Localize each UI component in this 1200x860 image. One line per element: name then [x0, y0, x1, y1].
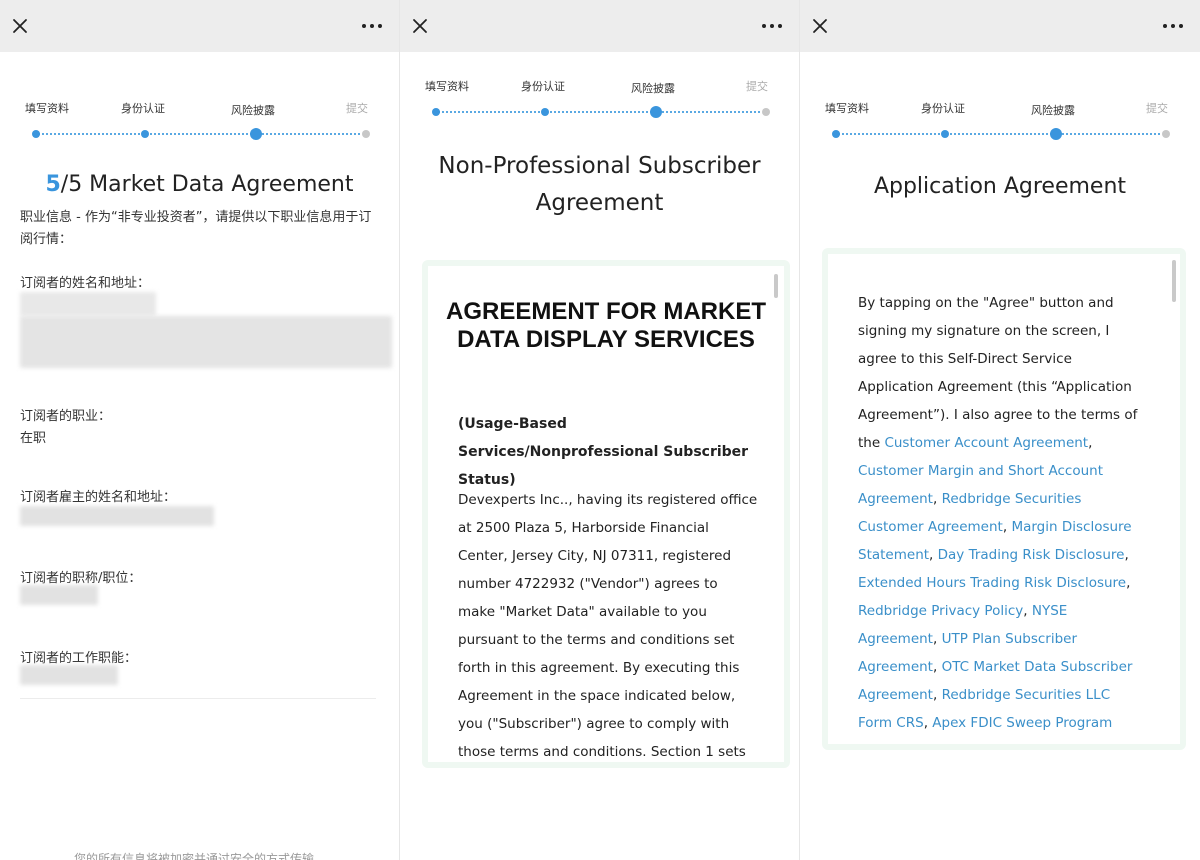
link-separator: ,	[932, 659, 942, 675]
step-label-fill-info: 填写资料	[25, 102, 69, 115]
agreement-link[interactable]: Customer Account Agreement	[884, 435, 1088, 451]
agreement-link-list: Customer Account Agreement, Customer Mar…	[858, 435, 1132, 744]
scrollbar[interactable]	[774, 274, 778, 298]
link-separator: ,	[1126, 575, 1131, 591]
field-label-occupation: 订阅者的职业：	[20, 409, 112, 424]
step-dot-1	[32, 130, 40, 138]
step-dot-4	[762, 108, 770, 116]
agreement-text: By tapping on the "Agree" button and sig…	[858, 289, 1148, 744]
application-agreement-screen: 填写资料 身份认证 风险披露 提交 Application Agreement …	[800, 0, 1200, 860]
document-subheading: (Usage-Based Services/Nonprofessional Su…	[458, 416, 749, 488]
subscriber-agreement-screen: 填写资料 身份认证 风险披露 提交 Non-Professional Subsc…	[400, 0, 799, 860]
divider	[20, 698, 376, 699]
link-separator: ,	[1088, 435, 1093, 451]
progress-stepper: 填写资料 身份认证 风险披露 提交	[800, 100, 1200, 160]
function-value[interactable]	[20, 665, 118, 685]
progress-stepper: 填写资料 身份认证 风险披露 提交	[400, 78, 799, 138]
step-label-risk: 风险披露	[231, 104, 275, 117]
more-horizontal-icon[interactable]	[761, 18, 783, 34]
step-track	[38, 133, 360, 135]
top-bar	[800, 0, 1200, 52]
step-label-identity: 身份认证	[921, 102, 965, 115]
security-note: 您的所有信息将被加密并通过安全的方式传输	[74, 852, 315, 860]
page-title: Non-Professional Subscriber Agreement	[438, 153, 761, 216]
step-number: 5	[45, 172, 61, 197]
close-icon[interactable]	[410, 16, 430, 36]
field-label-name-address: 订阅者的姓名和地址：	[20, 276, 151, 291]
step-label-submit: 提交	[746, 80, 768, 93]
more-horizontal-icon[interactable]	[361, 18, 383, 34]
step-dot-2	[141, 130, 149, 138]
title-value[interactable]	[20, 585, 98, 605]
scrollbar[interactable]	[1172, 260, 1176, 302]
link-separator: ,	[932, 631, 942, 647]
step-track	[438, 111, 760, 113]
agreement-intro-text: By tapping on the "Agree" button and sig…	[858, 295, 1138, 451]
step-track	[838, 133, 1160, 135]
more-horizontal-icon[interactable]	[1162, 18, 1184, 34]
page-title: Application Agreement	[873, 174, 1127, 199]
link-separator: ,	[932, 687, 942, 703]
step-label-risk: 风险披露	[1031, 104, 1075, 117]
step-label-fill-info: 填写资料	[825, 102, 869, 115]
step-dot-4	[362, 130, 370, 138]
agreement-document[interactable]: AGREEMENT FOR MARKET DATA DISPLAY SERVIC…	[422, 260, 790, 768]
page-title: 5/5 Market Data Agreement	[0, 172, 399, 197]
link-separator: ,	[1003, 743, 1012, 744]
employer-value[interactable]	[20, 506, 214, 526]
agreement-link[interactable]: Apex Safety of Customer	[858, 743, 1111, 744]
agreement-link[interactable]: Day Trading Risk Disclosure	[938, 547, 1125, 563]
field-label-employer: 订阅者雇主的姓名和地址：	[20, 490, 177, 505]
application-agreement-document[interactable]: By tapping on the "Agree" button and sig…	[822, 248, 1186, 750]
top-bar	[400, 0, 799, 52]
step-dot-1	[832, 130, 840, 138]
agreement-link[interactable]: Extended Hours Trading Risk Disclosure	[858, 575, 1126, 591]
link-separator: ,	[1124, 547, 1129, 563]
page-title-text: /5 Market Data Agreement	[60, 172, 354, 197]
close-icon[interactable]	[10, 16, 30, 36]
step-dot-2	[941, 130, 949, 138]
step-dot-4	[1162, 130, 1170, 138]
intro-text: 职业信息 - 作为“非专业投资者”，请提供以下职业信息用于订阅行情：	[20, 210, 372, 247]
progress-stepper: 填写资料 身份认证 风险披露 提交	[0, 100, 399, 160]
close-icon[interactable]	[810, 16, 830, 36]
step-label-identity: 身份认证	[521, 80, 565, 93]
document-body: Devexperts Inc.., having its registered …	[458, 492, 758, 760]
agreement-link[interactable]: Redbridge Privacy Policy	[858, 603, 1023, 619]
step-label-identity: 身份认证	[121, 102, 165, 115]
link-separator: ,	[929, 547, 938, 563]
step-label-fill-info: 填写资料	[425, 80, 469, 93]
link-separator: ,	[1023, 603, 1032, 619]
step-dot-1	[432, 108, 440, 116]
link-separator: ,	[932, 491, 942, 507]
step-dot-current	[250, 128, 262, 140]
field-label-function: 订阅者的工作职能：	[20, 651, 138, 666]
market-data-agreement-screen: 填写资料 身份认证 风险披露 提交 5/5 Market Data Agreem…	[0, 0, 399, 860]
occupation-value[interactable]: 在职	[20, 427, 46, 446]
step-dot-current	[1050, 128, 1062, 140]
step-label-risk: 风险披露	[631, 82, 675, 95]
step-label-submit: 提交	[346, 102, 368, 115]
top-bar	[0, 0, 399, 52]
document-heading: AGREEMENT FOR MARKET DATA DISPLAY SERVIC…	[446, 298, 766, 353]
step-dot-current	[650, 106, 662, 118]
link-separator: ,	[923, 715, 933, 731]
step-dot-2	[541, 108, 549, 116]
field-label-title: 订阅者的职称/职位：	[20, 571, 142, 586]
step-label-submit: 提交	[1146, 102, 1168, 115]
